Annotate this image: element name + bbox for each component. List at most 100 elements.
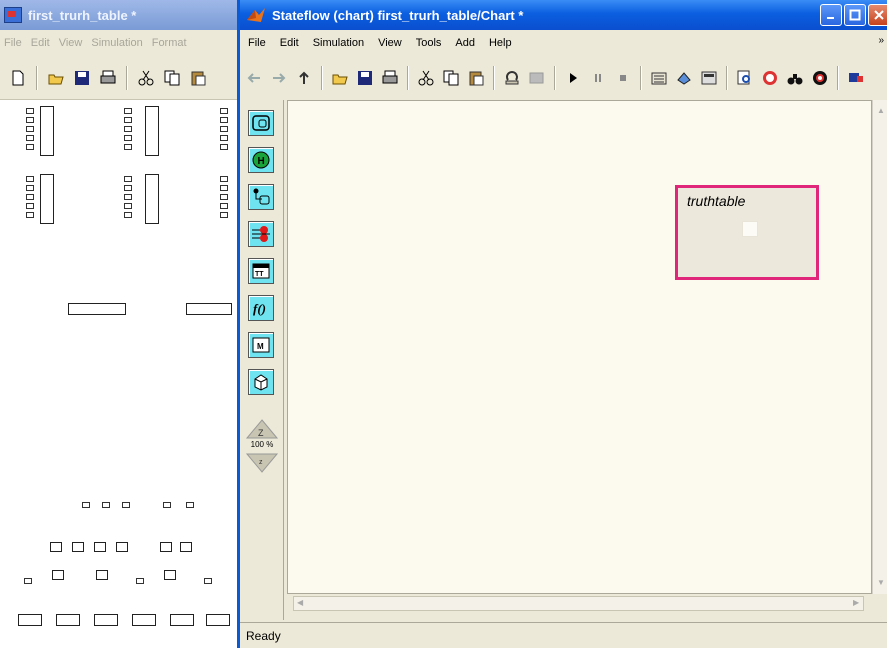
embedded-matlab-function-tool-button[interactable]: M <box>248 332 274 358</box>
copy-icon[interactable] <box>443 70 459 86</box>
inport-block[interactable] <box>26 185 34 191</box>
menu-file[interactable]: File <box>248 37 266 49</box>
simulink-model-window[interactable]: first_trurh_table * File Edit View Simul… <box>0 0 240 648</box>
box-tool-button[interactable] <box>248 369 274 395</box>
inport-block[interactable] <box>220 144 228 150</box>
up-arrow-icon[interactable] <box>296 70 312 86</box>
subsystem-block[interactable] <box>40 106 54 156</box>
inport-block[interactable] <box>124 126 132 132</box>
inport-block[interactable] <box>220 212 228 218</box>
simulink-titlebar[interactable]: first_trurh_table * <box>0 0 240 30</box>
menu-simulation[interactable]: Simulation <box>313 37 364 49</box>
chart-canvas[interactable]: truthtable <box>287 100 872 594</box>
subsystem-block[interactable] <box>145 106 159 156</box>
copy-icon[interactable] <box>164 70 180 86</box>
inport-block[interactable] <box>220 194 228 200</box>
scroll-left-icon[interactable]: ◀ <box>297 598 303 607</box>
print-icon[interactable] <box>382 70 398 86</box>
inport-block[interactable] <box>220 176 228 182</box>
outport-block[interactable] <box>186 502 194 508</box>
sum-block[interactable] <box>160 542 172 552</box>
sum-block[interactable] <box>72 542 84 552</box>
sum-block[interactable] <box>50 542 62 552</box>
simulink-menu-edit[interactable]: Edit <box>31 37 50 49</box>
paste-icon[interactable] <box>468 70 484 86</box>
new-file-icon[interactable] <box>10 70 26 86</box>
subsystem-block[interactable] <box>40 174 54 224</box>
close-button[interactable] <box>868 4 887 26</box>
state-handle[interactable] <box>742 221 758 237</box>
gain-block[interactable] <box>186 303 232 315</box>
inport-block[interactable] <box>220 203 228 209</box>
truthtable-state[interactable]: truthtable <box>675 185 819 280</box>
constant-block[interactable] <box>56 614 80 626</box>
stateflow-titlebar[interactable]: Stateflow (chart) first_trurh_table/Char… <box>240 0 887 30</box>
sum-block[interactable] <box>94 542 106 552</box>
state-tool-button[interactable] <box>248 110 274 136</box>
menu-tools[interactable]: Tools <box>416 37 442 49</box>
stop-icon[interactable] <box>615 70 631 86</box>
inport-block[interactable] <box>220 126 228 132</box>
default-transition-tool-button[interactable] <box>248 184 274 210</box>
inport-block[interactable] <box>124 194 132 200</box>
outport-block[interactable] <box>163 502 171 508</box>
menu-edit[interactable]: Edit <box>280 37 299 49</box>
debugger-icon[interactable] <box>701 70 717 86</box>
menu-add[interactable]: Add <box>455 37 475 49</box>
sum-block[interactable] <box>164 570 176 580</box>
outport-block[interactable] <box>82 502 90 508</box>
menu-view[interactable]: View <box>378 37 402 49</box>
inport-block[interactable] <box>220 185 228 191</box>
inport-block[interactable] <box>26 194 34 200</box>
sum-block[interactable] <box>180 542 192 552</box>
inport-block[interactable] <box>124 212 132 218</box>
inport-block[interactable] <box>26 126 34 132</box>
sum-block[interactable] <box>116 542 128 552</box>
pause-icon[interactable] <box>590 70 606 86</box>
inport-block[interactable] <box>220 135 228 141</box>
inport-block[interactable] <box>26 144 34 150</box>
maximize-button[interactable] <box>844 4 866 26</box>
zoom-control[interactable]: Z 100 % z <box>245 418 279 474</box>
horizontal-scrollbar[interactable]: ◀ ▶ <box>287 594 872 614</box>
redo-icon[interactable] <box>529 70 545 86</box>
inport-block[interactable] <box>26 135 34 141</box>
sum-block[interactable] <box>96 570 108 580</box>
stateflow-window[interactable]: Stateflow (chart) first_trurh_table/Char… <box>237 0 887 648</box>
connective-junction-tool-button[interactable] <box>248 221 274 247</box>
save-icon[interactable] <box>74 70 90 86</box>
search-icon[interactable] <box>737 70 753 86</box>
simulink-menu-format[interactable]: Format <box>152 37 187 49</box>
outport-block[interactable] <box>24 578 32 584</box>
gain-block[interactable] <box>68 303 126 315</box>
simulink-menu-view[interactable]: View <box>59 37 83 49</box>
inport-block[interactable] <box>26 117 34 123</box>
forward-arrow-icon[interactable] <box>271 70 287 86</box>
open-folder-icon[interactable] <box>48 70 64 86</box>
outport-block[interactable] <box>136 578 144 584</box>
zoom-in-icon[interactable]: Z <box>245 418 279 440</box>
inport-block[interactable] <box>124 135 132 141</box>
print-icon[interactable] <box>100 70 116 86</box>
simulink-model-icon[interactable] <box>848 70 864 86</box>
cut-icon[interactable] <box>138 70 154 86</box>
inport-block[interactable] <box>124 203 132 209</box>
cut-icon[interactable] <box>418 70 434 86</box>
scroll-down-icon[interactable]: ▼ <box>877 578 885 587</box>
menu-help[interactable]: Help <box>489 37 512 49</box>
inport-block[interactable] <box>124 108 132 114</box>
history-junction-tool-button[interactable]: H <box>248 147 274 173</box>
outport-block[interactable] <box>122 502 130 508</box>
inport-block[interactable] <box>220 108 228 114</box>
target-icon[interactable] <box>812 70 828 86</box>
explorer-icon[interactable] <box>762 70 778 86</box>
paste-icon[interactable] <box>190 70 206 86</box>
outport-block[interactable] <box>204 578 212 584</box>
horizontal-scroll-track[interactable] <box>293 596 864 611</box>
constant-block[interactable] <box>18 614 42 626</box>
model-explorer-icon[interactable] <box>676 70 692 86</box>
open-folder-icon[interactable] <box>332 70 348 86</box>
constant-block[interactable] <box>132 614 156 626</box>
state-label[interactable]: truthtable <box>687 193 745 209</box>
menu-overflow-icon[interactable]: » <box>878 35 884 46</box>
